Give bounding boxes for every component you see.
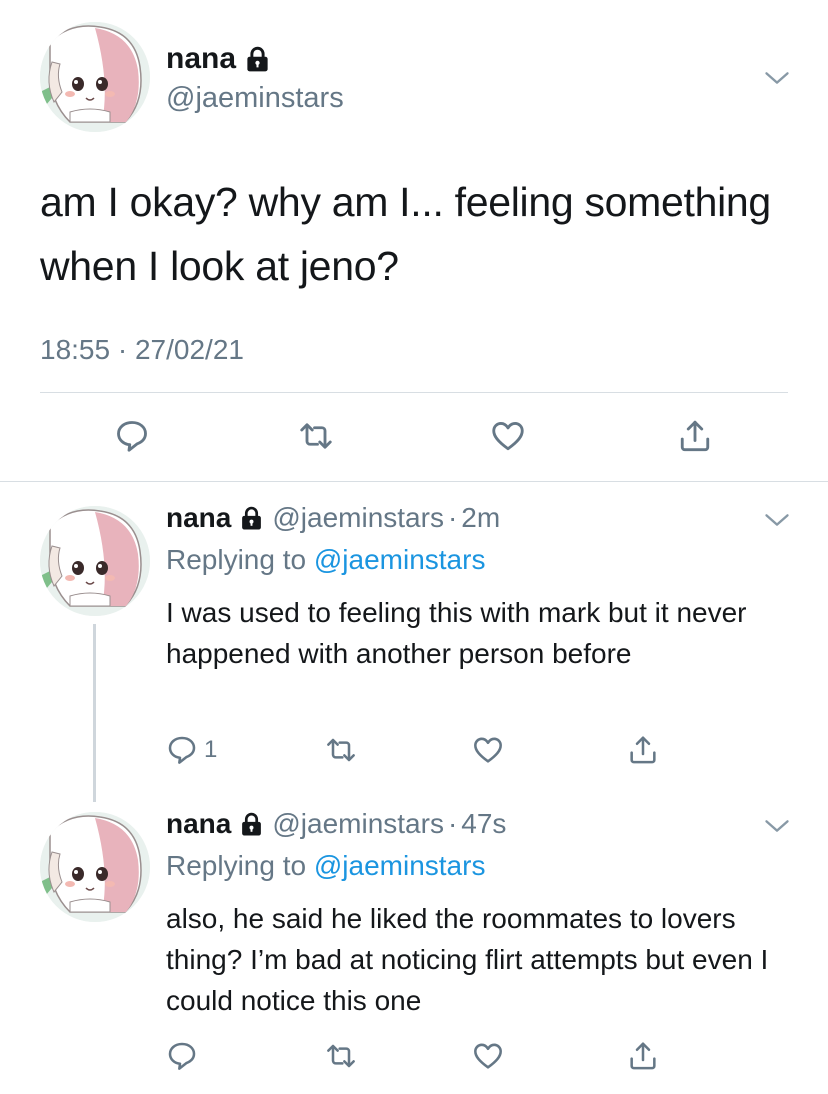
meta-separator: · — [117, 334, 128, 365]
retweet-icon — [325, 1040, 357, 1072]
share-icon — [627, 734, 659, 766]
retweet-icon — [298, 418, 334, 454]
reply-count: 1 — [204, 736, 218, 763]
chevron-down-icon[interactable] — [763, 506, 791, 534]
tweet-date: 27/02/21 — [134, 334, 244, 365]
display-name-text: nana — [166, 42, 237, 75]
like-icon — [490, 418, 526, 454]
thread-line — [93, 624, 96, 802]
lock-icon — [239, 812, 264, 837]
tweet-text: also, he said he liked the roommates to … — [166, 903, 769, 1016]
avatar-image — [40, 812, 150, 922]
user-handle[interactable]: @jaeminstars — [272, 502, 444, 534]
avatar[interactable] — [40, 506, 150, 616]
replying-to-label: Replying to — [166, 544, 307, 575]
share-icon — [627, 1040, 659, 1072]
tweet-text: am I okay? why am I... feeling something… — [40, 179, 771, 289]
divider — [40, 392, 788, 393]
like-button[interactable] — [490, 418, 526, 454]
share-button[interactable] — [627, 734, 659, 766]
reply-header[interactable]: nana @jaeminstars · 47s — [166, 808, 506, 840]
like-icon — [472, 734, 504, 766]
lock-icon — [239, 506, 264, 531]
share-button[interactable] — [627, 1040, 659, 1072]
avatar-image — [40, 22, 150, 132]
reply-button[interactable] — [166, 1040, 204, 1072]
avatar[interactable] — [40, 22, 150, 132]
retweet-button[interactable] — [325, 1040, 357, 1072]
reply-icon — [166, 734, 198, 766]
tweet-age[interactable]: 47s — [461, 808, 506, 840]
avatar[interactable] — [40, 812, 150, 922]
like-icon — [472, 1040, 504, 1072]
tweet-time: 18:55 — [40, 334, 111, 365]
retweet-button[interactable] — [325, 734, 357, 766]
share-button[interactable] — [677, 418, 713, 454]
retweet-icon — [325, 734, 357, 766]
replying-to-link[interactable]: @jaeminstars — [314, 850, 486, 881]
user-handle[interactable]: @jaeminstars — [166, 82, 344, 115]
reply-icon — [166, 1040, 198, 1072]
reply-button[interactable]: 1 — [166, 734, 217, 766]
reply-icon — [114, 418, 150, 454]
share-icon — [677, 418, 713, 454]
reply-header[interactable]: nana @jaeminstars · 2m — [166, 502, 500, 534]
tweet-age[interactable]: 2m — [461, 502, 500, 534]
like-button[interactable] — [472, 1040, 504, 1072]
chevron-down-icon[interactable] — [763, 64, 791, 92]
like-button[interactable] — [472, 734, 504, 766]
replying-to: Replying to @jaeminstars — [166, 544, 485, 576]
user-handle[interactable]: @jaeminstars — [272, 808, 444, 840]
tweet-timestamp[interactable]: 18:55 · 27/02/21 — [40, 334, 244, 366]
tweet-text: I was used to feeling this with mark but… — [166, 597, 747, 669]
meta-separator: · — [447, 502, 458, 533]
chevron-down-icon[interactable] — [763, 812, 791, 840]
meta-separator: · — [447, 808, 458, 839]
divider — [0, 481, 828, 482]
display-name[interactable]: nana — [166, 502, 231, 534]
display-name[interactable]: nana — [166, 808, 231, 840]
reply-button[interactable] — [114, 418, 150, 454]
display-name[interactable]: nana — [166, 42, 271, 76]
replying-to-link[interactable]: @jaeminstars — [314, 544, 486, 575]
lock-icon — [244, 46, 271, 73]
replying-to: Replying to @jaeminstars — [166, 850, 485, 882]
replying-to-label: Replying to — [166, 850, 307, 881]
retweet-button[interactable] — [298, 418, 334, 454]
avatar-image — [40, 506, 150, 616]
